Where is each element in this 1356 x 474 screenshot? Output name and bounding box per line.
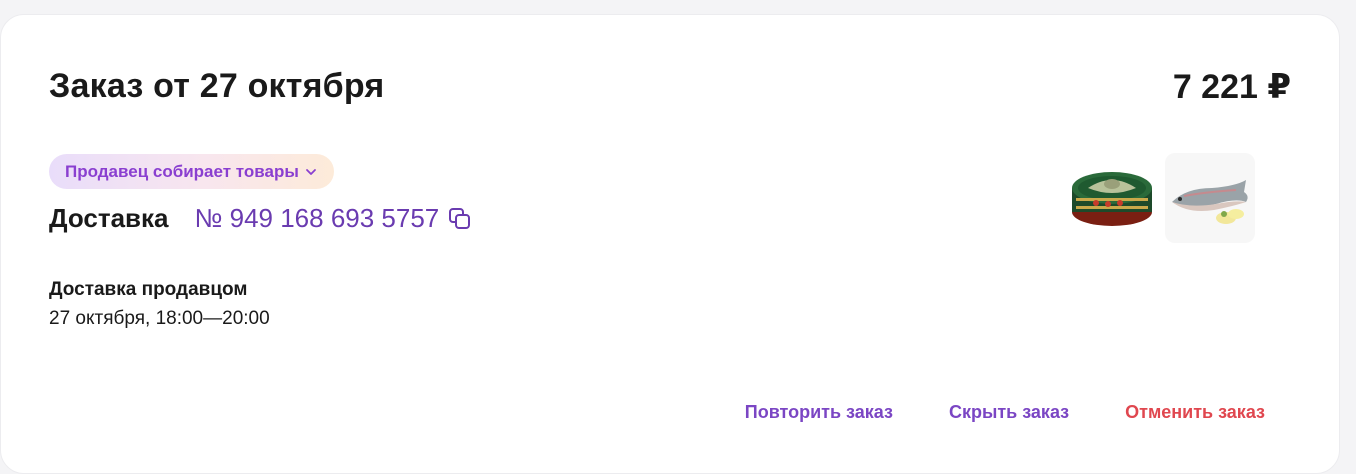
product-thumb-canned[interactable] [1067, 153, 1157, 243]
order-card: Заказ от 27 октября 7 221 ₽ Продавец соб… [0, 14, 1340, 474]
delivery-window: 27 октября, 18:00—20:00 [49, 308, 270, 329]
delivery-label: Доставка [49, 203, 169, 233]
canned-fish-can-image [1072, 172, 1152, 226]
trout-fish-image [1172, 180, 1248, 224]
order-title: Заказ от 27 октября [49, 67, 385, 105]
cancel-order-button[interactable]: Отменить заказ [1125, 402, 1265, 423]
order-total: 7 221 ₽ [1172, 68, 1291, 106]
status-text: Продавец собирает товары [65, 161, 299, 181]
status-badge[interactable]: Продавец собирает товары [49, 154, 334, 189]
product-thumbnails [1067, 153, 1255, 243]
order-actions: Повторить заказ Скрыть заказ Отменить за… [745, 402, 1265, 423]
repeat-order-button[interactable]: Повторить заказ [745, 402, 893, 423]
chevron-down-icon [304, 165, 318, 179]
copy-icon[interactable] [447, 206, 473, 232]
hide-order-button[interactable]: Скрыть заказ [949, 402, 1069, 423]
delivery-row: Доставка № 949 168 693 5757 [49, 203, 473, 234]
product-thumb-fish[interactable] [1165, 153, 1255, 243]
delivery-method: Доставка продавцом [49, 279, 248, 300]
delivery-number: № 949 168 693 5757 [194, 203, 440, 233]
